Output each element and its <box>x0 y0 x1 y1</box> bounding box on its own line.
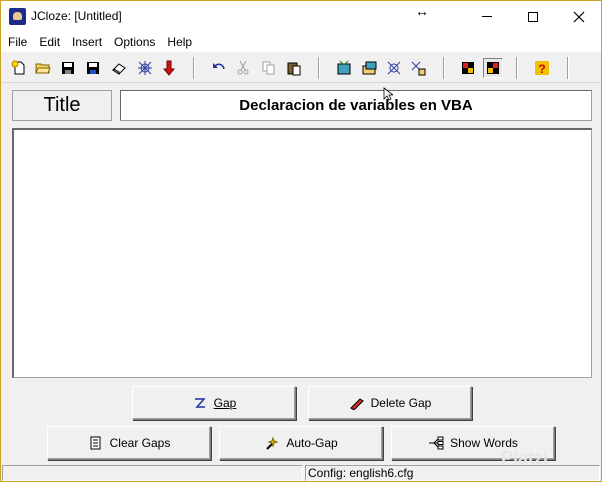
eraser-icon[interactable] <box>109 58 129 78</box>
toolbar-separator <box>567 57 569 79</box>
maximize-icon <box>528 11 538 22</box>
toolbar-separator <box>443 57 445 79</box>
clear-gaps-button-label: Clear Gaps <box>109 436 171 450</box>
help-icon[interactable]: ? <box>532 58 552 78</box>
title-bar[interactable]: JCloze: [Untitled] ↔ <box>1 1 601 32</box>
status-config: Config: english6.cfg <box>305 465 600 481</box>
delete-gap-button[interactable]: Delete Gap <box>308 386 472 420</box>
toolbar-separator <box>318 57 320 79</box>
status-pane-left <box>2 465 303 481</box>
clear-gaps-icon <box>90 436 101 450</box>
menu-bar: File Edit Insert Options Help <box>1 32 601 52</box>
delete-gap-icon <box>349 398 364 410</box>
toolbar-separator <box>516 57 518 79</box>
maximize-button[interactable] <box>510 1 556 32</box>
mouse-cursor-icon <box>383 87 393 101</box>
minimize-icon <box>482 16 492 17</box>
auto-gap-button-label: Auto-Gap <box>286 436 338 450</box>
cut-icon[interactable] <box>233 58 253 78</box>
toolbar-separator <box>193 57 195 79</box>
close-icon <box>573 11 585 22</box>
web-icon[interactable] <box>135 58 155 78</box>
menu-insert[interactable]: Insert <box>65 32 107 52</box>
platzi-watermark: Platzi <box>501 448 549 468</box>
delete-gap-button-label: Delete Gap <box>370 396 432 410</box>
resize-arrow-icon: ↔ <box>415 3 429 19</box>
app-window: JCloze: [Untitled] ↔ File Edit Insert Op… <box>0 0 602 482</box>
clear-gaps-button[interactable]: Clear Gaps <box>47 426 211 460</box>
menu-help[interactable]: Help <box>160 32 197 52</box>
auto-gap-icon <box>266 436 279 450</box>
export-web-1-icon[interactable] <box>334 58 354 78</box>
window-title: JCloze: [Untitled] <box>31 9 122 23</box>
menu-file[interactable]: File <box>1 32 32 52</box>
gap-text-editor[interactable] <box>12 128 592 378</box>
minimize-button[interactable] <box>464 1 510 32</box>
close-button[interactable] <box>556 1 602 32</box>
config-active-icon[interactable] <box>483 58 503 78</box>
config-icon[interactable] <box>458 58 478 78</box>
save-as-icon[interactable] <box>83 58 103 78</box>
export-web-4-icon[interactable] <box>408 58 428 78</box>
gap-button-label: Gap <box>213 396 237 410</box>
open-folder-icon[interactable] <box>33 58 53 78</box>
menu-edit[interactable]: Edit <box>32 32 65 52</box>
down-arrow-icon[interactable] <box>159 58 179 78</box>
new-file-icon[interactable] <box>9 58 29 78</box>
show-words-icon <box>429 436 444 450</box>
gap-icon <box>194 398 206 408</box>
title-label-button[interactable]: Title <box>12 90 112 121</box>
title-input[interactable] <box>120 90 592 121</box>
copy-icon[interactable] <box>259 58 279 78</box>
paste-icon[interactable] <box>284 58 304 78</box>
export-web-3-icon[interactable] <box>384 58 404 78</box>
export-web-2-icon[interactable] <box>359 58 379 78</box>
undo-icon[interactable] <box>209 58 229 78</box>
auto-gap-button[interactable]: Auto-Gap <box>219 426 383 460</box>
svg-text:?: ? <box>538 62 545 76</box>
gap-button[interactable]: Gap <box>132 386 296 420</box>
toolbar: ? <box>2 53 600 83</box>
menu-options[interactable]: Options <box>107 32 160 52</box>
save-icon[interactable] <box>58 58 78 78</box>
jcloze-app-icon[interactable] <box>9 8 26 25</box>
